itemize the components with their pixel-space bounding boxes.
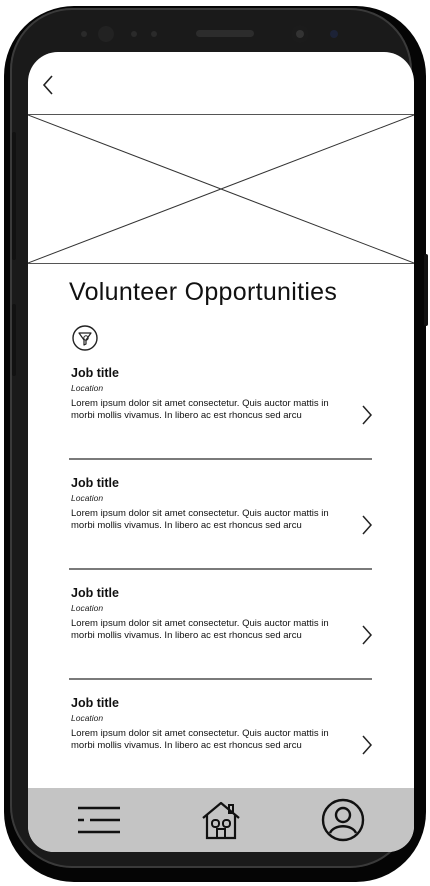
chevron-right-icon[interactable] xyxy=(360,734,374,756)
job-description: Lorem ipsum dolor sit amet consectetur. … xyxy=(71,618,329,641)
menu-icon xyxy=(78,806,120,834)
tab-profile[interactable] xyxy=(318,798,368,842)
side-button xyxy=(424,254,428,326)
tab-home[interactable] xyxy=(196,798,246,842)
sensor-dot xyxy=(81,31,87,37)
list-item[interactable]: Job title Location Lorem ipsum dolor sit… xyxy=(69,692,374,790)
job-list: Job title Location Lorem ipsum dolor sit… xyxy=(69,362,374,802)
job-location: Location xyxy=(71,493,104,503)
page-title: Volunteer Opportunities xyxy=(69,278,338,306)
tab-menu[interactable] xyxy=(72,798,126,842)
side-button xyxy=(12,132,16,260)
job-title: Job title xyxy=(71,476,119,490)
profile-icon xyxy=(321,798,365,842)
job-title: Job title xyxy=(71,586,119,600)
chevron-right-icon[interactable] xyxy=(360,514,374,536)
front-camera xyxy=(98,26,114,42)
speaker-grille xyxy=(196,30,254,37)
list-item[interactable]: Job title Location Lorem ipsum dolor sit… xyxy=(69,362,374,460)
sensor-dot xyxy=(330,30,338,38)
job-location: Location xyxy=(71,383,104,393)
job-title: Job title xyxy=(71,696,119,710)
home-icon xyxy=(202,801,240,840)
chevron-left-icon xyxy=(42,75,53,95)
list-item[interactable]: Job title Location Lorem ipsum dolor sit… xyxy=(69,472,374,570)
job-title: Job title xyxy=(71,366,119,380)
chevron-right-icon[interactable] xyxy=(360,404,374,426)
bottom-tab-bar xyxy=(28,788,414,852)
back-button[interactable] xyxy=(36,70,60,100)
screen: Volunteer Opportunities Job title Locati… xyxy=(28,52,414,852)
job-description: Lorem ipsum dolor sit amet consectetur. … xyxy=(71,398,329,421)
camera-bar xyxy=(81,25,338,43)
hero-image-placeholder xyxy=(28,114,414,264)
chevron-right-icon[interactable] xyxy=(360,624,374,646)
job-description: Lorem ipsum dolor sit amet consectetur. … xyxy=(71,728,329,751)
top-bar xyxy=(28,52,414,114)
sensor-dot xyxy=(151,31,157,37)
job-location: Location xyxy=(71,713,104,723)
filter-icon[interactable] xyxy=(71,324,99,352)
sensor-dot xyxy=(131,31,137,37)
list-item[interactable]: Job title Location Lorem ipsum dolor sit… xyxy=(69,582,374,680)
job-description: Lorem ipsum dolor sit amet consectetur. … xyxy=(71,508,329,531)
side-button xyxy=(12,304,16,376)
job-location: Location xyxy=(71,603,104,613)
